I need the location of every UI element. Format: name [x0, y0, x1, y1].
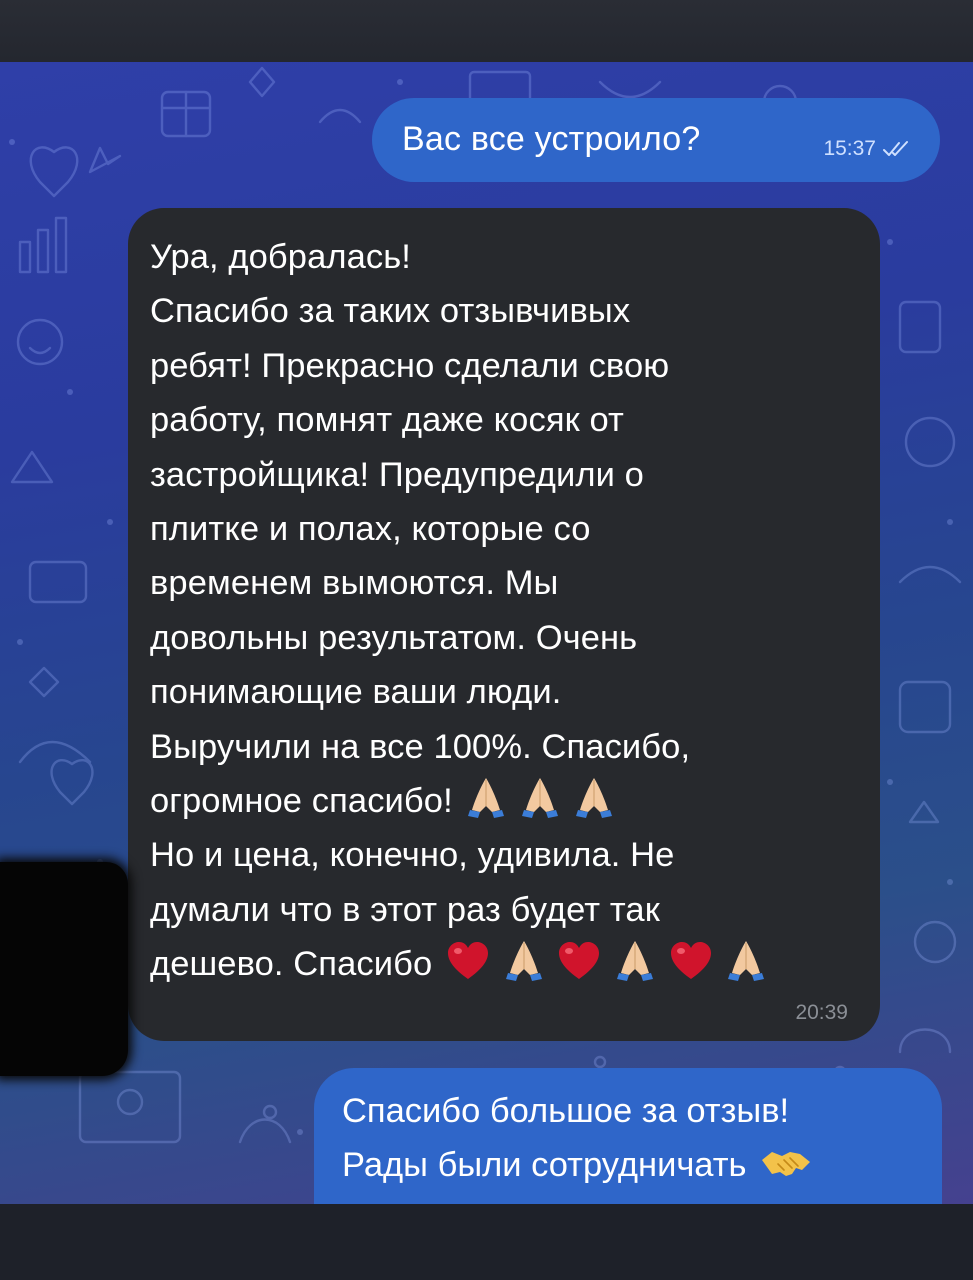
message-line: огромное спасибо! — [150, 782, 453, 821]
message-line-with-emoji: огромное спасибо! — [150, 774, 865, 828]
message-line: ребят! Прекрасно сделали свою — [150, 346, 670, 385]
pray-emoji-icon — [575, 778, 612, 819]
message-line: думали что в этот раз будет так — [150, 890, 660, 929]
message-line: работу, помнят даже косяк от — [150, 401, 624, 440]
message-text: Вас все устроило? — [402, 120, 701, 158]
message-line: Ура, добралась! — [150, 238, 411, 276]
message-line: Спасибо за таких отзывчивых — [150, 292, 631, 331]
pray-emoji-icon — [728, 941, 765, 982]
outgoing-message-bubble[interactable]: Спасибо большое за отзыв! Рады были сотр… — [314, 1068, 942, 1204]
message-time: 15:37 — [823, 137, 876, 160]
handshake-emoji-icon — [762, 1152, 811, 1176]
redaction-block — [0, 862, 128, 1076]
message-text: Ура, добралась! Спасибо за таких отзывчи… — [150, 230, 865, 992]
message-line: временем вымоются. Мы — [150, 564, 559, 603]
heart-emoji-icon — [447, 942, 488, 980]
message-meta: 15:37 — [823, 137, 910, 161]
pray-emoji-icon — [505, 941, 542, 982]
message-line: Выручили на все 100%. Спасибо, — [150, 727, 691, 766]
message-line-with-emoji: Рады были сотрудничать — [342, 1146, 812, 1185]
message-line: плитке и полах, которые со — [150, 510, 591, 549]
heart-emoji-icon — [559, 942, 600, 980]
heart-emoji-icon — [670, 942, 711, 980]
message-line: дешево. Спасибо — [150, 945, 433, 984]
message-line: довольны результатом. Очень — [150, 618, 638, 657]
message-line-with-emoji: дешево. Спасибо — [150, 937, 865, 991]
double-check-icon — [883, 141, 908, 156]
message-line: Рады были сотрудничать — [342, 1146, 747, 1184]
top-bar — [0, 0, 973, 70]
pray-emoji-icon — [468, 778, 505, 819]
pray-emoji-icon — [522, 778, 559, 819]
message-time: 20:39 — [795, 1001, 848, 1024]
bottom-bar — [0, 1204, 973, 1280]
message-line: Спасибо большое за отзыв! — [342, 1092, 790, 1130]
incoming-message-bubble[interactable]: Ура, добралась! Спасибо за таких отзывчи… — [128, 208, 880, 1041]
message-line: застройщика! Предупредили о — [150, 455, 644, 494]
message-line: Но и цена, конечно, удивила. Не — [150, 836, 675, 875]
outgoing-message-bubble[interactable]: Вас все устроило? 15:37 — [372, 98, 940, 182]
pray-emoji-icon — [616, 941, 653, 982]
message-line: понимающие ваши люди. — [150, 673, 562, 712]
